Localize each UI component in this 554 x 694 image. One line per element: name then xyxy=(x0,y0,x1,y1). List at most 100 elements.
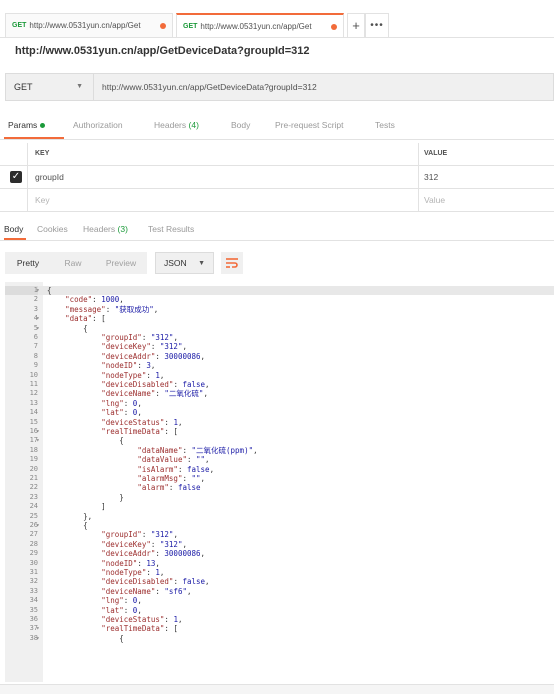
code-line: 1 ▾ { xyxy=(5,286,554,296)
line-number: 13 xyxy=(29,398,38,407)
url-value: http://www.0531yun.cn/app/GetDeviceData?… xyxy=(102,82,317,92)
line-number: 12 xyxy=(29,389,38,398)
tab-response-body[interactable]: Body xyxy=(4,224,23,234)
fold-arrow-icon[interactable]: ▾ xyxy=(36,436,40,445)
response-body-editor[interactable]: 1 ▾{2 "code": 1000, 3 "message": "获取成功", 4 ▾… xyxy=(5,282,554,682)
code-text: "dataValue": "", xyxy=(137,455,210,465)
tab-divider xyxy=(0,37,554,38)
line-number: 32 xyxy=(29,577,38,586)
code-line: 29 "deviceAddr": 30000086, xyxy=(5,549,554,558)
method-select[interactable]: GET ▼ xyxy=(5,73,94,101)
code-line: 24 ] xyxy=(5,502,554,511)
code-text: "alarm": false xyxy=(137,483,201,493)
wrap-lines-button[interactable] xyxy=(221,252,243,274)
request-tab-bar: GET http://www.0531yun.cn/app/Get GET ht… xyxy=(0,13,554,37)
pretty-button[interactable]: Pretty xyxy=(5,252,51,274)
line-number: 8 xyxy=(33,351,38,360)
tab-authorization[interactable]: Authorization xyxy=(73,120,123,130)
tab-url-label: http://www.0531yun.cn/app/Get xyxy=(29,21,141,30)
code-line: 18 "dataName": "二氧化硫(ppm)", xyxy=(5,446,554,455)
check-cell: ✓ xyxy=(0,166,28,189)
section-divider xyxy=(0,240,554,241)
code-text: "deviceDisabled": false, xyxy=(101,380,210,389)
add-tab-button[interactable]: + xyxy=(347,13,365,37)
code-line: 7 "deviceKey": "312", xyxy=(5,342,554,351)
code-line: 27 "groupId": "312", xyxy=(5,530,554,539)
code-text: "nodeType": 1, xyxy=(101,370,165,380)
line-number: 26 xyxy=(29,521,38,529)
new-key-input[interactable]: Key xyxy=(35,195,50,205)
fold-arrow-icon[interactable]: ▾ xyxy=(36,427,40,436)
line-number: 36 xyxy=(29,615,38,623)
format-select[interactable]: JSON ▼ xyxy=(155,252,214,274)
fold-arrow-icon[interactable]: ▾ xyxy=(36,521,40,530)
code-line: 25 }, xyxy=(5,512,554,521)
tab-params[interactable]: Params xyxy=(8,120,46,130)
code-line: 15 "deviceStatus": 1, xyxy=(5,418,554,427)
fold-arrow-icon[interactable]: ▾ xyxy=(36,324,40,333)
column-separator xyxy=(418,166,419,189)
request-tab-1[interactable]: GET http://www.0531yun.cn/app/Get xyxy=(5,13,173,37)
code-line: 11 "deviceDisabled": false, xyxy=(5,380,554,389)
tab-headers[interactable]: Headers (4) xyxy=(154,120,199,130)
code-line: 38 ▾ { xyxy=(5,634,554,643)
response-headers-count: (3) xyxy=(117,224,128,234)
new-value-input[interactable]: Value xyxy=(424,195,445,205)
fold-arrow-icon[interactable]: ▾ xyxy=(36,314,40,323)
code-text: "deviceAddr": 30000086, xyxy=(101,351,206,361)
code-line: 37 ▾ "realTimeData": [ xyxy=(5,624,554,633)
headers-count: (4) xyxy=(188,120,199,130)
code-text: "deviceKey": "312", xyxy=(101,342,187,352)
tab-tests[interactable]: Tests xyxy=(375,120,395,130)
preview-button[interactable]: Preview xyxy=(95,252,147,274)
code-line: 32 "deviceDisabled": false, xyxy=(5,577,554,586)
param-key[interactable]: groupId xyxy=(35,172,64,182)
line-number: 16 xyxy=(29,427,38,435)
code-text: "deviceDisabled": false, xyxy=(101,577,210,587)
request-title[interactable]: http://www.0531yun.cn/app/GetDeviceData?… xyxy=(15,45,310,57)
tab-test-results[interactable]: Test Results xyxy=(148,224,194,234)
params-header-row: KEY VALUE xyxy=(0,143,554,166)
raw-button[interactable]: Raw xyxy=(51,252,95,274)
param-value[interactable]: 312 xyxy=(424,172,438,182)
code-line: 31 "nodeType": 1, xyxy=(5,568,554,577)
code-text: "realTimeData": [ xyxy=(101,427,178,436)
tab-cookies[interactable]: Cookies xyxy=(37,224,68,234)
tab-prerequest-script[interactable]: Pre-request Script xyxy=(275,120,344,130)
line-number: 3 xyxy=(33,304,38,313)
line-number: 18 xyxy=(29,445,38,454)
line-number: 2 xyxy=(33,295,38,304)
request-tab-2[interactable]: GET http://www.0531yun.cn/app/Get xyxy=(176,13,344,37)
code-line: 17 ▾ { xyxy=(5,436,554,445)
fold-arrow-icon[interactable]: ▾ xyxy=(36,624,40,633)
status-bar xyxy=(0,684,554,694)
fold-arrow-icon[interactable]: ▾ xyxy=(36,634,40,643)
tab-body[interactable]: Body xyxy=(231,120,250,130)
tab-url-label: http://www.0531yun.cn/app/Get xyxy=(200,21,312,31)
line-number: 25 xyxy=(29,511,38,520)
code-text: "groupId": "312", xyxy=(101,333,178,342)
url-input[interactable]: http://www.0531yun.cn/app/GetDeviceData?… xyxy=(94,73,554,101)
code-text: "nodeType": 1, xyxy=(101,568,165,577)
fold-arrow-icon[interactable]: ▾ xyxy=(36,286,40,295)
checkmark-icon[interactable]: ✓ xyxy=(10,171,22,183)
line-number: 20 xyxy=(29,464,38,473)
code-text: }, xyxy=(47,511,93,521)
code-line: 22 "alarm": false xyxy=(5,483,554,492)
code-text: "groupId": "312", xyxy=(101,530,178,540)
line-number: 29 xyxy=(29,549,38,558)
code-line: 4 ▾ "data": [ xyxy=(5,314,554,323)
code-line: 3 "message": "获取成功", xyxy=(5,305,554,314)
format-value: JSON xyxy=(164,258,187,268)
check-cell xyxy=(0,189,28,212)
code-text: "deviceStatus": 1, xyxy=(101,615,183,624)
line-number: 6 xyxy=(33,333,38,341)
code-line: 9 "nodeID": 3, xyxy=(5,361,554,370)
code-line: 14 "lat": 0, xyxy=(5,408,554,417)
line-number: 15 xyxy=(29,417,38,426)
line-number: 11 xyxy=(29,380,38,388)
tab-method-label: GET xyxy=(12,22,27,29)
code-text: "dataName": "二氧化硫(ppm)", xyxy=(137,445,258,455)
more-tabs-button[interactable]: ••• xyxy=(365,13,389,37)
tab-response-headers[interactable]: Headers (3) xyxy=(83,224,128,234)
